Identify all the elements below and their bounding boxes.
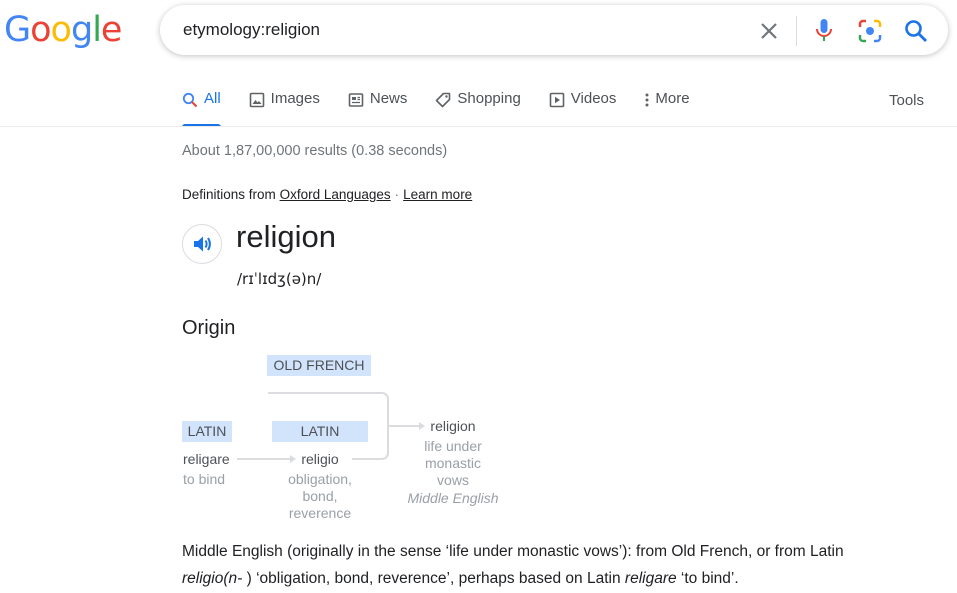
meaning-line: obligation, <box>288 471 352 487</box>
etymology-meaning-religare: to bind <box>183 471 226 487</box>
etymology-lang-middle-english: Middle English <box>407 490 499 506</box>
summary-italic: religare <box>624 570 677 587</box>
etymology-word-religion: religion <box>430 418 476 434</box>
meaning-line: vows <box>437 472 469 488</box>
etymology-meaning-religion: life under monastic vows <box>403 438 503 489</box>
summary-text: ) ‘obligation, bond, reverence’, perhaps… <box>242 570 625 587</box>
meaning-line: life under <box>424 438 482 454</box>
origin-summary: Middle English (originally in the sense … <box>182 538 902 592</box>
etymology-word-religare: religare <box>183 451 230 467</box>
summary-text: ‘to bind’. <box>676 570 739 587</box>
summary-text: Middle English (originally in the sense … <box>182 543 844 560</box>
meaning-line: bond, <box>302 488 338 504</box>
meaning-line: reverence <box>288 505 352 521</box>
old-french-chip: OLD FRENCH <box>267 355 371 376</box>
latin-chip-2: LATIN <box>272 421 368 442</box>
meaning-line: monastic <box>424 455 482 471</box>
latin-chip-1: LATIN <box>182 421 232 442</box>
etymology-meaning-religio: obligation, bond, reverence <box>270 471 370 522</box>
summary-italic: religio(n- <box>182 570 243 587</box>
etymology-word-religio: religio <box>301 451 339 467</box>
